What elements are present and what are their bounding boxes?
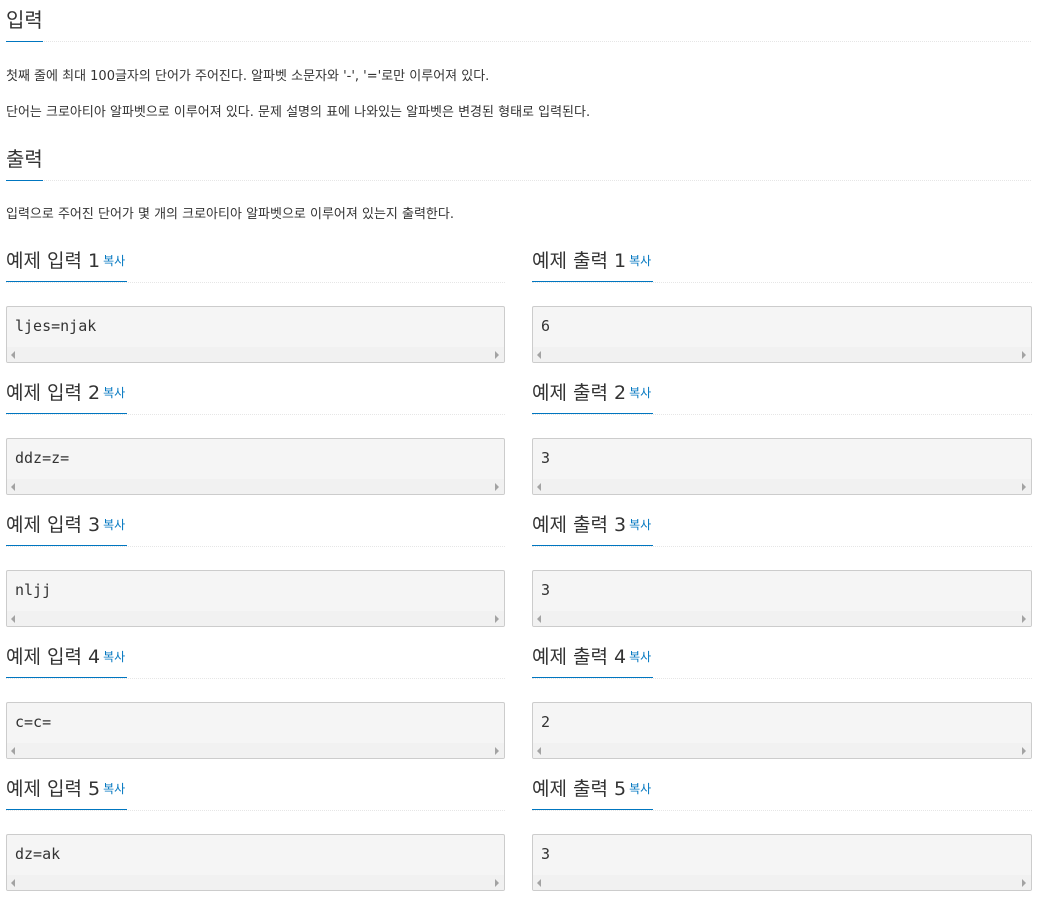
sample-input-code: ddz=z= — [15, 449, 70, 467]
sample-input-title-text: 예제 입력 4 — [6, 646, 101, 668]
sample-output-header-3: 예제 출력 3 복사 — [532, 511, 1032, 547]
sample-input-title-text: 예제 입력 1 — [6, 250, 101, 272]
scroll-right-arrow-icon[interactable] — [1022, 879, 1026, 887]
sample-output-title-text: 예제 출력 1 — [532, 250, 627, 272]
copy-output-button[interactable]: 복사 — [629, 518, 651, 532]
sample-input-header-3: 예제 입력 3 복사 — [6, 511, 505, 547]
horizontal-scrollbar[interactable] — [533, 479, 1031, 494]
copy-output-button[interactable]: 복사 — [629, 386, 651, 400]
scroll-right-arrow-icon[interactable] — [495, 879, 499, 887]
sample-input-code: nljj — [15, 581, 52, 599]
sample-output-title-text: 예제 출력 2 — [532, 382, 627, 404]
sample-input-title: 예제 입력 3 복사 — [6, 511, 128, 546]
scroll-left-arrow-icon[interactable] — [11, 615, 15, 623]
sample-input-box[interactable]: dz=ak — [6, 834, 505, 891]
sample-output-box[interactable]: 3 — [532, 570, 1032, 627]
sample-output-box[interactable]: 3 — [532, 438, 1032, 495]
scroll-right-arrow-icon[interactable] — [1022, 615, 1026, 623]
sample-output-title: 예제 출력 1 복사 — [532, 247, 654, 282]
sample-input-header-2: 예제 입력 2 복사 — [6, 379, 505, 415]
scroll-right-arrow-icon[interactable] — [495, 351, 499, 359]
output-section-title: 출력 — [6, 145, 43, 181]
sample-input-title: 예제 입력 5 복사 — [6, 775, 128, 810]
sample-input-title: 예제 입력 4 복사 — [6, 643, 128, 678]
scroll-right-arrow-icon[interactable] — [1022, 747, 1026, 755]
horizontal-scrollbar[interactable] — [533, 743, 1031, 758]
scroll-right-arrow-icon[interactable] — [495, 747, 499, 755]
sample-output-box[interactable]: 3 — [532, 834, 1032, 891]
copy-output-button[interactable]: 복사 — [629, 782, 651, 796]
sample-input-header-5: 예제 입력 5 복사 — [6, 775, 505, 811]
scroll-left-arrow-icon[interactable] — [537, 351, 541, 359]
sample-output-header-2: 예제 출력 2 복사 — [532, 379, 1032, 415]
sample-input-header-1: 예제 입력 1 복사 — [6, 247, 505, 283]
sample-input-code: ljes=njak — [15, 317, 97, 335]
copy-input-button[interactable]: 복사 — [103, 650, 125, 664]
sample-input-box[interactable]: nljj — [6, 570, 505, 627]
copy-output-button[interactable]: 복사 — [629, 650, 651, 664]
sample-input-box[interactable]: ddz=z= — [6, 438, 505, 495]
sample-input-title-text: 예제 입력 3 — [6, 514, 101, 536]
sample-output-header-5: 예제 출력 5 복사 — [532, 775, 1032, 811]
sample-output-title: 예제 출력 3 복사 — [532, 511, 654, 546]
sample-output-title-text: 예제 출력 4 — [532, 646, 627, 668]
sample-input-code: c=c= — [15, 713, 52, 731]
input-description-line-1: 첫째 줄에 최대 100글자의 단어가 주어진다. 알파벳 소문자와 '-', … — [6, 69, 490, 84]
sample-output-header-1: 예제 출력 1 복사 — [532, 247, 1032, 283]
output-section-header: 출력 — [6, 139, 1031, 181]
sample-input-header-4: 예제 입력 4 복사 — [6, 643, 505, 679]
sample-input-title-text: 예제 입력 5 — [6, 778, 101, 800]
copy-output-button[interactable]: 복사 — [629, 254, 651, 268]
input-description-line-2: 단어는 크로아티아 알파벳으로 이루어져 있다. 문제 설명의 표에 나와있는 … — [6, 105, 591, 120]
sample-output-code: 3 — [541, 581, 551, 599]
sample-output-title-text: 예제 출력 3 — [532, 514, 627, 536]
scroll-left-arrow-icon[interactable] — [537, 747, 541, 755]
horizontal-scrollbar[interactable] — [533, 347, 1031, 362]
horizontal-scrollbar[interactable] — [533, 875, 1031, 890]
sample-input-title-text: 예제 입력 2 — [6, 382, 101, 404]
horizontal-scrollbar[interactable] — [7, 611, 504, 626]
sample-output-box[interactable]: 2 — [532, 702, 1032, 759]
scroll-right-arrow-icon[interactable] — [495, 483, 499, 491]
scroll-left-arrow-icon[interactable] — [537, 879, 541, 887]
scroll-left-arrow-icon[interactable] — [11, 747, 15, 755]
copy-input-button[interactable]: 복사 — [103, 254, 125, 268]
input-section-header: 입력 — [6, 0, 1031, 42]
input-section-title: 입력 — [6, 6, 43, 42]
horizontal-scrollbar[interactable] — [7, 875, 504, 890]
scroll-left-arrow-icon[interactable] — [11, 879, 15, 887]
horizontal-scrollbar[interactable] — [7, 347, 504, 362]
sample-output-code: 3 — [541, 449, 551, 467]
sample-output-header-4: 예제 출력 4 복사 — [532, 643, 1032, 679]
sample-input-box[interactable]: ljes=njak — [6, 306, 505, 363]
scroll-left-arrow-icon[interactable] — [11, 483, 15, 491]
scroll-right-arrow-icon[interactable] — [1022, 483, 1026, 491]
sample-input-box[interactable]: c=c= — [6, 702, 505, 759]
scroll-left-arrow-icon[interactable] — [11, 351, 15, 359]
copy-input-button[interactable]: 복사 — [103, 518, 125, 532]
scroll-right-arrow-icon[interactable] — [495, 615, 499, 623]
sample-output-code: 2 — [541, 713, 551, 731]
sample-input-title: 예제 입력 2 복사 — [6, 379, 128, 414]
copy-input-button[interactable]: 복사 — [103, 386, 125, 400]
sample-output-title: 예제 출력 4 복사 — [532, 643, 654, 678]
scroll-right-arrow-icon[interactable] — [1022, 351, 1026, 359]
horizontal-scrollbar[interactable] — [7, 479, 504, 494]
sample-output-code: 3 — [541, 845, 551, 863]
sample-output-title-text: 예제 출력 5 — [532, 778, 627, 800]
scroll-left-arrow-icon[interactable] — [537, 615, 541, 623]
scroll-left-arrow-icon[interactable] — [537, 483, 541, 491]
sample-input-code: dz=ak — [15, 845, 61, 863]
sample-output-box[interactable]: 6 — [532, 306, 1032, 363]
output-description: 입력으로 주어진 단어가 몇 개의 크로아티아 알파벳으로 이루어져 있는지 출… — [6, 207, 454, 222]
sample-input-title: 예제 입력 1 복사 — [6, 247, 128, 282]
sample-output-title: 예제 출력 5 복사 — [532, 775, 654, 810]
horizontal-scrollbar[interactable] — [533, 611, 1031, 626]
sample-output-code: 6 — [541, 317, 551, 335]
copy-input-button[interactable]: 복사 — [103, 782, 125, 796]
horizontal-scrollbar[interactable] — [7, 743, 504, 758]
sample-output-title: 예제 출력 2 복사 — [532, 379, 654, 414]
